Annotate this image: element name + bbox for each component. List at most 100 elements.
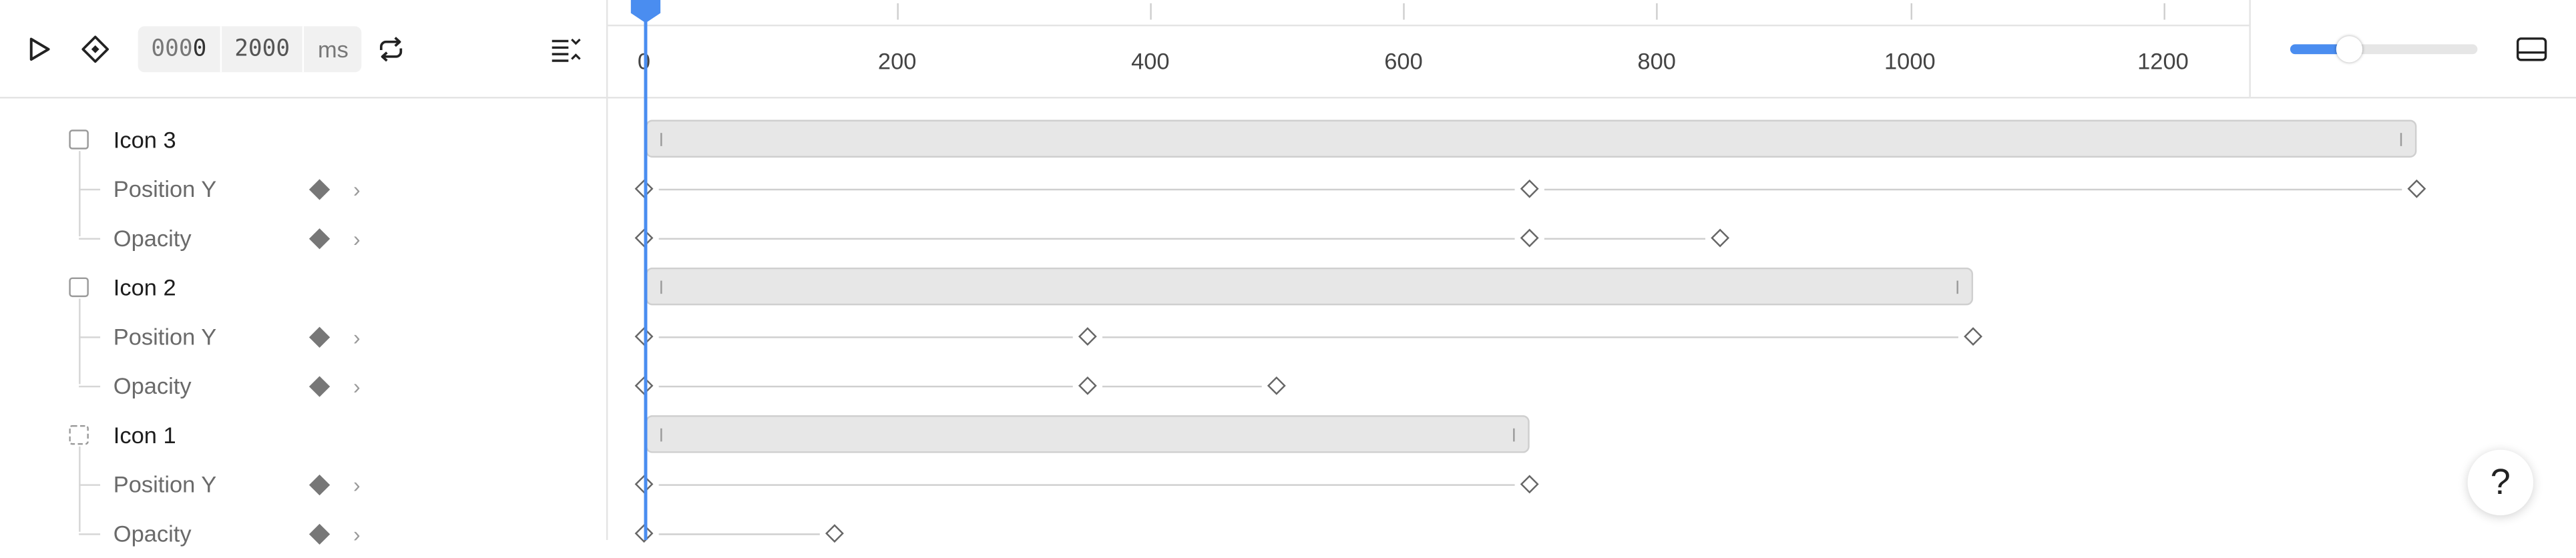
timeline-editor: 0000 2000 ms 0 200 400 600 800 1000 1200	[0, 0, 2576, 547]
keyframe-segment	[658, 336, 1072, 338]
keyframe-toggle-icon[interactable]	[308, 179, 331, 200]
current-time-prefix: 000	[151, 36, 193, 63]
layer-row[interactable]: Icon 2	[0, 262, 608, 312]
bar-end-handle[interactable]	[1513, 428, 1516, 442]
chevron-right-icon[interactable]: ›	[353, 521, 361, 546]
tree-branch	[79, 533, 101, 535]
duration-value: 2000	[234, 36, 290, 63]
keyframe-toggle-icon[interactable]	[308, 228, 331, 250]
ruler-tick	[1150, 3, 1152, 20]
chevron-right-icon[interactable]: ›	[353, 226, 361, 250]
play-button[interactable]	[23, 33, 55, 65]
bar-start-handle[interactable]	[660, 280, 662, 294]
keyframe-diamond[interactable]	[1078, 376, 1096, 395]
keyframe-segment	[1102, 336, 1958, 338]
current-time-field[interactable]: 000 0	[138, 26, 222, 73]
tree-branch	[79, 238, 101, 240]
ruler-tick	[1657, 3, 1659, 20]
layer-row[interactable]: Icon 1	[0, 410, 608, 460]
time-display: 000 0 2000 ms	[138, 26, 362, 73]
layer-name: Icon 2	[113, 274, 176, 300]
keyframe-segment	[658, 238, 1516, 240]
panel-layout-icon	[2516, 37, 2547, 61]
toolbar-divider	[0, 97, 2576, 99]
bar-end-handle[interactable]	[1956, 280, 1958, 294]
ruler-label: 400	[1131, 47, 1170, 74]
keyframe-segment	[1544, 238, 1705, 240]
keyframe-segment	[658, 533, 819, 535]
keyframe-diamond[interactable]	[1711, 228, 1729, 248]
list-collapse-icon	[552, 38, 581, 62]
keyframe-segment	[658, 385, 1072, 388]
layer-duration-bar[interactable]	[645, 415, 1530, 453]
property-name: Opacity	[113, 224, 192, 252]
keyframe-diamond[interactable]	[2406, 179, 2426, 198]
tree-branch	[79, 385, 101, 388]
keyframe-segment	[658, 484, 1516, 486]
keyframe-diamond[interactable]	[1267, 376, 1287, 395]
help-button[interactable]: ?	[2467, 449, 2534, 516]
help-icon: ?	[2490, 461, 2511, 503]
chevron-right-icon[interactable]: ›	[353, 373, 361, 398]
layer-name: Icon 3	[113, 126, 176, 153]
duration-field[interactable]: 2000	[221, 26, 305, 73]
keyframe-segment	[658, 188, 1516, 191]
property-name: Position Y	[113, 323, 217, 350]
keyframe-diamond[interactable]	[1964, 327, 1983, 346]
property-name: Opacity	[113, 520, 192, 547]
ruler-tick	[897, 3, 899, 20]
playhead-handle[interactable]	[629, 0, 662, 23]
ruler-label: 1200	[2137, 47, 2189, 74]
playhead-line	[644, 16, 647, 541]
chevron-right-icon[interactable]: ›	[353, 472, 361, 497]
ruler-baseline	[608, 24, 2249, 27]
keyframe-toggle-icon[interactable]	[308, 523, 331, 545]
zoom-slider[interactable]	[2290, 36, 2478, 63]
ruler-tick	[2163, 3, 2165, 20]
bar-start-handle[interactable]	[660, 428, 662, 442]
layer-thumbnail-icon	[69, 129, 89, 150]
zoom-slider-thumb[interactable]	[2336, 36, 2363, 63]
ruler-tick	[1910, 3, 1912, 20]
ruler-tick	[1403, 3, 1406, 20]
collapse-all-button[interactable]	[549, 33, 585, 65]
keyframe-diamond[interactable]	[1520, 179, 1540, 198]
keyframe-toggle-icon[interactable]	[308, 326, 331, 348]
layer-thumbnail-icon	[69, 277, 89, 298]
chevron-right-icon[interactable]: ›	[353, 176, 361, 201]
tree-branch	[79, 188, 101, 191]
keyframe-diamond[interactable]	[1520, 228, 1540, 248]
layer-duration-bar[interactable]	[645, 267, 1974, 306]
current-time-last: 0	[192, 36, 207, 63]
bar-start-handle[interactable]	[660, 133, 662, 146]
layer-row[interactable]: Icon 3	[0, 115, 608, 164]
ruler-label: 800	[1637, 47, 1676, 74]
loop-button[interactable]	[373, 33, 409, 65]
keyframe-segment	[1102, 385, 1263, 388]
chevron-right-icon[interactable]: ›	[353, 324, 361, 349]
keyframe-diamond[interactable]	[1520, 475, 1540, 494]
tree-branch	[79, 484, 101, 486]
layer-name: Icon 1	[113, 421, 176, 449]
play-icon	[29, 37, 50, 61]
time-unit: ms	[304, 26, 362, 73]
add-keyframe-button[interactable]	[79, 33, 112, 65]
ruler-label: 600	[1384, 47, 1423, 74]
layer-duration-bar[interactable]	[645, 119, 2416, 158]
layer-thumbnail-icon	[69, 425, 89, 445]
property-name: Position Y	[113, 471, 217, 498]
bar-end-handle[interactable]	[2400, 133, 2402, 146]
ruler-label: 200	[877, 47, 917, 74]
keyframe-diamond[interactable]	[1078, 327, 1096, 346]
keyframe-segment	[1544, 188, 2402, 191]
property-name: Position Y	[113, 176, 217, 202]
ruler-divider	[2249, 0, 2251, 97]
property-name: Opacity	[113, 372, 192, 399]
keyframe-toggle-icon[interactable]	[308, 376, 331, 397]
ruler-label: 1000	[1884, 47, 1936, 74]
keyframe-icon	[81, 35, 110, 63]
toggle-panel-button[interactable]	[2512, 33, 2551, 65]
loop-icon	[379, 37, 403, 62]
tree-branch	[79, 336, 101, 338]
keyframe-toggle-icon[interactable]	[308, 474, 331, 496]
